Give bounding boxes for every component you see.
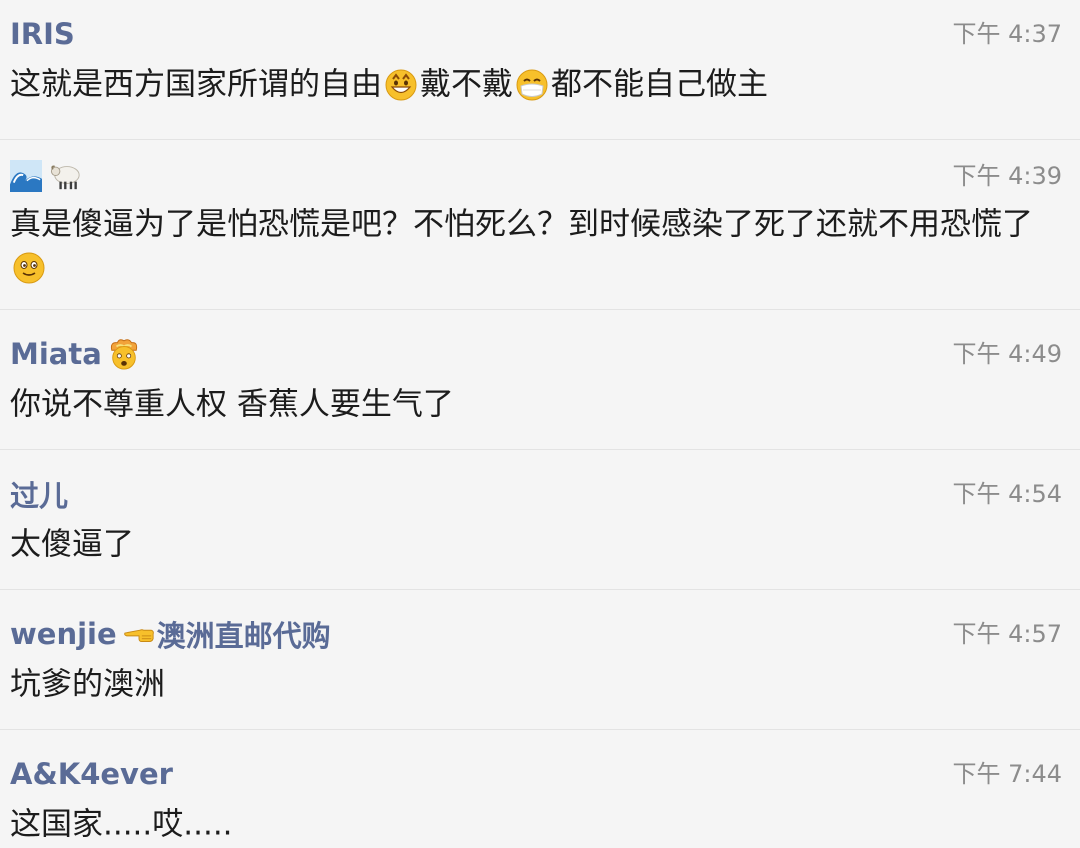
- comment-text-part: 你说不尊重人权 香蕉人要生气了: [10, 386, 454, 423]
- comment-text-part: 太傻逼了: [10, 526, 134, 563]
- comment-text-part: 都不能自己做主: [551, 66, 768, 103]
- comment-text: 这国家.....哎.....: [10, 802, 1060, 846]
- wave-emoji-icon: [10, 160, 42, 192]
- comment-item: 下午 4:39 真是傻逼为了是怕恐慌是吧？不怕死么？到时候感染了死了还就不用恐慌…: [0, 140, 1080, 310]
- commenter-name[interactable]: A&K4ever: [10, 756, 173, 792]
- comment-item: wenjie 澳洲直邮代购 下午 4:57 坑爹的澳洲: [0, 590, 1080, 730]
- comment-time: 下午 4:54: [952, 480, 1062, 508]
- mask-face-emoji-icon: [515, 68, 549, 102]
- comment-time: 下午 4:39: [952, 162, 1062, 190]
- comment-item: A&K4ever 下午 7:44 这国家.....哎.....: [0, 730, 1080, 848]
- smiling-emoji-icon: [12, 251, 46, 285]
- commenter-name[interactable]: [10, 158, 84, 194]
- comment-text: 坑爹的澳洲: [10, 662, 1060, 706]
- exploding-head-emoji-icon: [108, 338, 140, 370]
- comment-text-part: 坑爹的澳洲: [10, 666, 165, 703]
- comment-item: Miata 下午 4:49 你说不尊重人权 香蕉人要生气了: [0, 310, 1080, 450]
- sheep-emoji-icon: [50, 160, 82, 192]
- comment-text-part: 这就是西方国家所谓的自由: [10, 66, 382, 103]
- commenter-name[interactable]: 过儿: [10, 476, 68, 513]
- commenter-name[interactable]: IRIS: [10, 16, 75, 52]
- commenter-name-text: Miata: [10, 337, 102, 371]
- comment-text-part: 这国家.....哎.....: [10, 806, 233, 843]
- comment-time: 下午 4:37: [952, 20, 1062, 48]
- comment-text: 这就是西方国家所谓的自由 戴不戴 都不能自己做主: [10, 62, 1060, 106]
- comment-text: 你说不尊重人权 香蕉人要生气了: [10, 382, 1060, 426]
- pointing-left-emoji-icon: [123, 618, 155, 650]
- commenter-name[interactable]: Miata: [10, 336, 142, 372]
- commenter-name-suffix: 澳洲直邮代购: [156, 619, 331, 653]
- comment-item: IRIS 下午 4:37 这就是西方国家所谓的自由 戴不戴 都不能自己做主: [0, 0, 1080, 140]
- commenter-name-text: wenjie: [10, 617, 117, 651]
- comment-time: 下午 4:49: [952, 340, 1062, 368]
- comment-text-part: 真是傻逼为了是怕恐慌是吧？不怕死么？到时候感染了死了还就不用恐慌了: [10, 206, 1033, 243]
- comment-time: 下午 4:57: [952, 620, 1062, 648]
- comment-text-part: 戴不戴: [420, 66, 513, 103]
- commenter-name[interactable]: wenjie 澳洲直邮代购: [10, 616, 331, 653]
- comment-text: 真是傻逼为了是怕恐慌是吧？不怕死么？到时候感染了死了还就不用恐慌了: [10, 202, 1060, 288]
- comment-time: 下午 7:44: [952, 760, 1062, 788]
- comment-item: 过儿 下午 4:54 太傻逼了: [0, 450, 1080, 590]
- comment-text: 太傻逼了: [10, 522, 1060, 566]
- grinning-emoji-icon: [384, 68, 418, 102]
- comment-feed: IRIS 下午 4:37 这就是西方国家所谓的自由 戴不戴 都不能自己做主 下午 4…: [0, 0, 1080, 848]
